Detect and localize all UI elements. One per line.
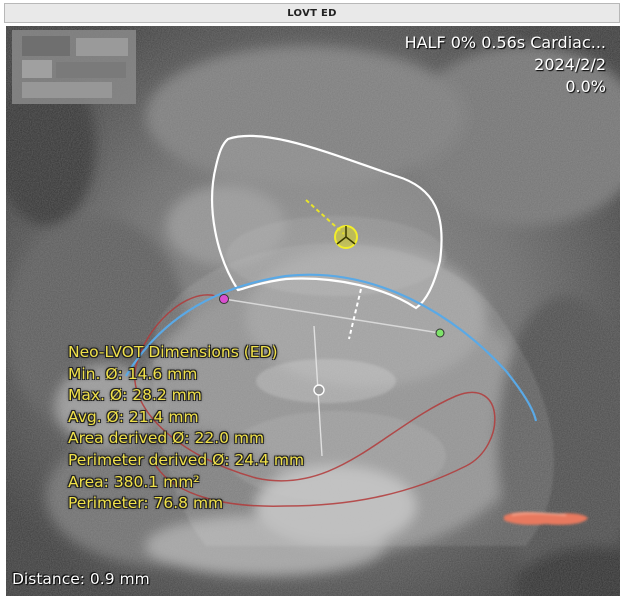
center-target-icon[interactable] xyxy=(334,225,358,249)
handle-magenta[interactable] xyxy=(219,294,229,304)
calcification-mark xyxy=(504,512,588,525)
handle-green[interactable] xyxy=(435,328,445,338)
area: Area: 380.1 mm² xyxy=(68,472,200,491)
viewport-title-bar[interactable]: LOVT ED xyxy=(4,3,620,23)
series-info: HALF 0% 0.56s Cardiac... xyxy=(404,33,606,52)
study-date: 2024/2/2 xyxy=(534,55,606,74)
viewport-title: LOVT ED xyxy=(287,7,337,19)
max-diameter: Max. Ø: 28.2 mm xyxy=(68,386,202,405)
perimeter: Perimeter: 76.8 mm xyxy=(68,494,224,513)
series-info-overlay: HALF 0% 0.56s Cardiac... 2024/2/2 0.0% xyxy=(405,32,606,98)
viewer-window: LOVT ED HALF 0% 0.56s Cardiac... 2024/2/… xyxy=(0,0,626,601)
perimeter-derived-diameter: Perimeter derived Ø: 24.4 mm xyxy=(68,450,305,469)
phase-percent: 0.0% xyxy=(565,77,606,96)
ct-image-viewport[interactable]: HALF 0% 0.56s Cardiac... 2024/2/2 0.0% N… xyxy=(6,26,620,596)
area-derived-diameter: Area derived Ø: 22.0 mm xyxy=(68,429,265,448)
distance-readout: Distance: 0.9 mm xyxy=(12,570,150,588)
avg-diameter: Avg. Ø: 21.4 mm xyxy=(68,407,199,426)
handle-center[interactable] xyxy=(313,384,325,396)
measurements-heading: Neo-LVOT Dimensions (ED) xyxy=(68,343,278,361)
anonymized-patient-info xyxy=(12,30,136,104)
neo-lvot-measurements: Neo-LVOT Dimensions (ED) Min. Ø: 14.6 mm… xyxy=(68,342,304,515)
min-diameter: Min. Ø: 14.6 mm xyxy=(68,364,198,383)
